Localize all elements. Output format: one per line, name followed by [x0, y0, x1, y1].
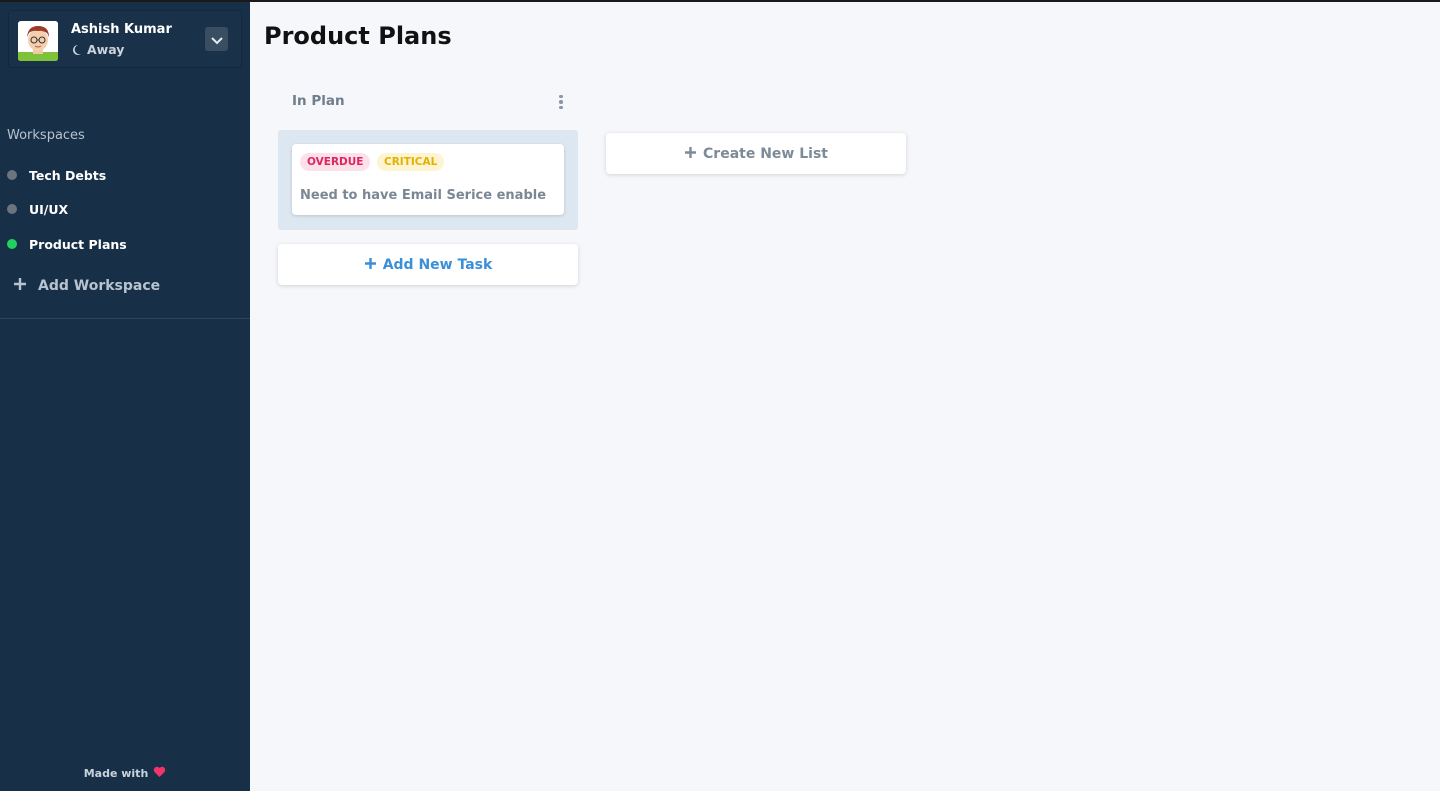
user-profile-card[interactable]: Ashish Kumar Away	[8, 10, 242, 68]
avatar[interactable]	[18, 21, 58, 61]
sidebar-item-label: Product Plans	[29, 236, 127, 252]
chevron-down-icon	[210, 30, 223, 49]
task-card[interactable]: OVERDUE CRITICAL Need to have Email Seri…	[292, 144, 564, 215]
sidebar-item-label: Tech Debts	[29, 167, 107, 183]
add-task-label: Add New Task	[382, 256, 493, 273]
add-workspace-button[interactable]: Add Workspace	[12, 275, 160, 297]
plus-icon	[12, 276, 28, 296]
plus-icon	[364, 255, 377, 274]
sidebar-item-product-plans[interactable]: Product Plans	[0, 232, 250, 256]
heart-icon	[153, 766, 166, 781]
footer-credit: Made with	[0, 766, 250, 781]
add-task-button[interactable]: Add New Task	[278, 244, 578, 285]
list-title: In Plan	[292, 93, 345, 109]
moon-icon	[71, 44, 82, 56]
sidebar: Ashish Kumar Away Workspaces Tech Debts …	[0, 2, 250, 791]
user-name: Ashish Kumar	[71, 22, 172, 37]
footer-label: Made with	[83, 767, 149, 780]
sidebar-item-tech-debts[interactable]: Tech Debts	[0, 163, 250, 187]
sidebar-item-label: UI/UX	[29, 201, 69, 217]
workspace-dot	[7, 204, 17, 214]
user-status-label: Away	[87, 42, 125, 57]
tag-critical: CRITICAL	[377, 153, 445, 171]
tag-overdue: OVERDUE	[300, 153, 371, 171]
task-title: Need to have Email Serice enable	[300, 188, 547, 203]
workspace-dot	[7, 170, 17, 180]
user-menu-dropdown-button[interactable]	[205, 27, 228, 51]
plus-icon	[684, 144, 697, 163]
workspaces-heading: Workspaces	[7, 128, 85, 143]
main-content: Product Plans In Plan OVERDUE CRITICAL N…	[250, 2, 1440, 791]
user-status: Away	[71, 42, 124, 57]
kebab-menu-icon[interactable]	[554, 93, 568, 111]
sidebar-item-ui-ux[interactable]: UI/UX	[0, 197, 250, 221]
list-column: OVERDUE CRITICAL Need to have Email Seri…	[278, 130, 578, 230]
sidebar-divider	[0, 318, 250, 319]
page-title: Product Plans	[264, 22, 452, 50]
create-list-button[interactable]: Create New List	[606, 133, 906, 174]
create-list-label: Create New List	[703, 145, 828, 162]
add-workspace-label: Add Workspace	[38, 278, 161, 294]
workspace-dot-active	[7, 239, 17, 249]
